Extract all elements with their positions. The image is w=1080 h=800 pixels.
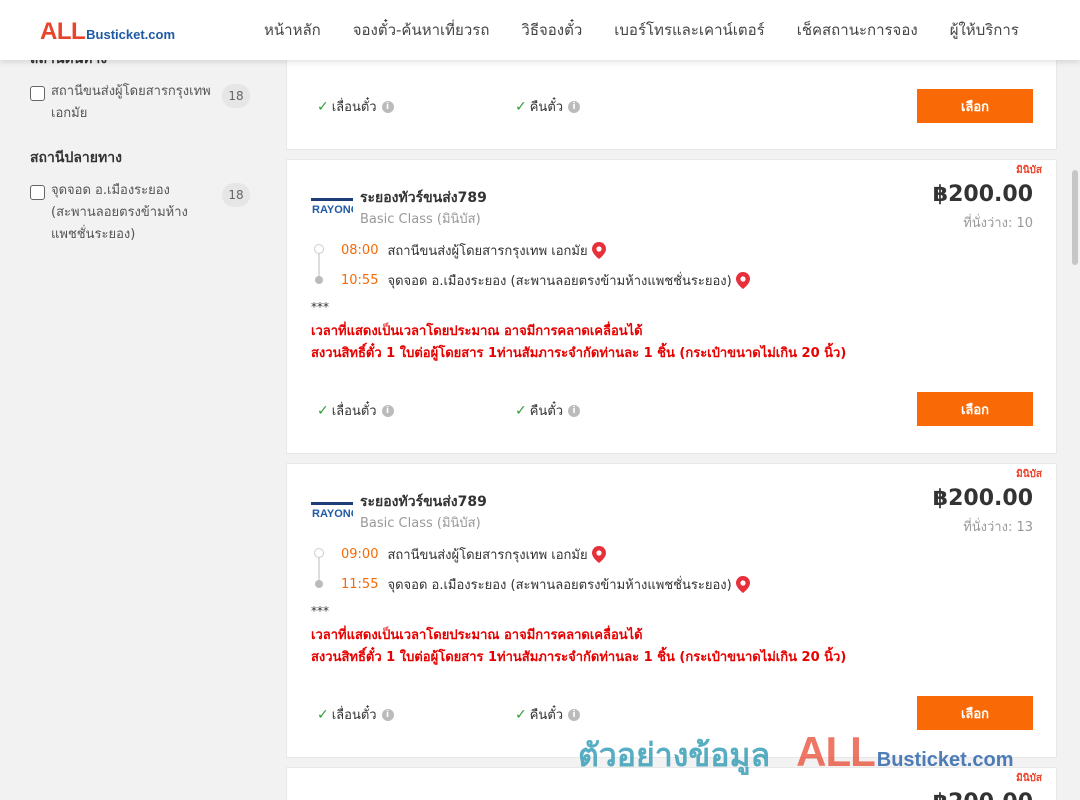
destination-filter-heading: สถานีปลายทาง <box>30 150 122 166</box>
trip-card: มินิบัส RAYONG ระยองทัวร์ขนส่ง789 Basic … <box>286 463 1057 758</box>
info-icon[interactable]: i <box>381 404 394 417</box>
map-pin-icon[interactable] <box>735 576 750 593</box>
operator-logo-text: RAYONG <box>312 508 353 520</box>
select-trip-button[interactable]: เลือก <box>917 392 1033 426</box>
promo-label: มินิบัส <box>1016 773 1042 784</box>
promo-label: มินิบัส <box>1016 469 1042 480</box>
info-icon[interactable]: i <box>568 404 581 417</box>
time-disclaimer: เวลาที่แสดงเป็นเวลาโดยประมาณ อาจมีการคลา… <box>311 324 643 339</box>
nav-home[interactable]: หน้าหลัก <box>248 18 337 42</box>
check-icon: ✓ <box>515 706 527 723</box>
check-icon: ✓ <box>317 98 329 115</box>
check-icon: ✓ <box>317 402 329 419</box>
operator-name: ระยองทัวร์ขนส่ง789 <box>360 494 487 510</box>
arrival-time: 10:55 <box>341 273 379 288</box>
info-icon[interactable]: i <box>568 708 581 721</box>
arrival-time: 11:55 <box>341 577 379 592</box>
page-scrollbar[interactable] <box>1070 60 1080 800</box>
seats-available: ที่นั่งว่าง: 10 <box>963 216 1033 231</box>
refund-label: คืนตั๋ว <box>529 404 564 419</box>
info-icon[interactable]: i <box>381 708 394 721</box>
seats-available: ที่นั่งว่าง: 13 <box>963 520 1033 535</box>
destination-filter-item[interactable]: จุดจอด อ.เมืองระยอง (สะพานลอยตรงข้ามห้าง… <box>30 183 260 246</box>
operator-logo-icon: RAYONG <box>311 198 353 216</box>
transfer-feature: ✓ เลื่อนตั๋ว i <box>317 400 394 421</box>
departure-station: สถานีขนส่งผู้โดยสารกรุงเทพ เอกมัย <box>387 548 588 563</box>
transfer-feature: ✓ เลื่อนตั๋ว i <box>317 704 394 725</box>
select-trip-button[interactable]: เลือก <box>917 696 1033 730</box>
main-nav: หน้าหลัก จองตั๋ว-ค้นหาเที่ยวรถ วิธีจองตั… <box>248 0 1035 60</box>
trip-card: มินิบัส ฿200.00 <box>286 767 1057 800</box>
promo-label: มินิบัส <box>1016 165 1042 176</box>
logo-all-text: ALL <box>40 18 86 45</box>
bus-class: Basic Class (มินิบัส) <box>360 212 481 227</box>
bus-class: Basic Class (มินิบัส) <box>360 516 481 531</box>
origin-filter-label: สถานีขนส่งผู้โดยสารกรุงเทพ เอกมัย <box>51 84 211 121</box>
luggage-policy: สงวนสิทธิ์ตั๋ว 1 ใบต่อผู้โดยสาร 1ท่านสัม… <box>311 346 847 361</box>
refund-label: คืนตั๋ว <box>529 100 564 115</box>
origin-checkbox[interactable] <box>30 86 45 101</box>
arrival-dot <box>315 580 323 588</box>
site-logo[interactable]: ALL Busticket.com <box>40 18 175 46</box>
arrival-station: จุดจอด อ.เมืองระยอง (สะพานลอยตรงข้ามห้าง… <box>387 274 732 289</box>
nav-book-search[interactable]: จองตั๋ว-ค้นหาเที่ยวรถ <box>337 18 506 42</box>
departure-dot <box>314 548 324 558</box>
check-icon: ✓ <box>317 706 329 723</box>
trip-price: ฿200.00 <box>933 790 1033 800</box>
arrival-station: จุดจอด อ.เมืองระยอง (สะพานลอยตรงข้ามห้าง… <box>387 578 732 593</box>
trip-price: ฿200.00 <box>932 182 1033 207</box>
arrival-stop: 11:55 จุดจอด อ.เมืองระยอง (สะพานลอยตรงข้… <box>341 574 750 595</box>
transfer-feature: ✓ เลื่อนตั๋ว i <box>317 96 394 117</box>
map-pin-icon[interactable] <box>591 242 606 259</box>
remark-stars: *** <box>311 604 329 618</box>
arrival-dot <box>315 276 323 284</box>
map-pin-icon[interactable] <box>735 272 750 289</box>
refund-feature: ✓ คืนตั๋ว i <box>515 400 581 421</box>
transfer-label: เลื่อนตั๋ว <box>331 100 377 115</box>
nav-booking-status[interactable]: เช็คสถานะการจอง <box>781 18 934 42</box>
top-header: ALL Busticket.com หน้าหลัก จองตั๋ว-ค้นหา… <box>0 0 1080 60</box>
time-disclaimer: เวลาที่แสดงเป็นเวลาโดยประมาณ อาจมีการคลา… <box>311 628 643 643</box>
operator-name: ระยองทัวร์ขนส่ง789 <box>360 190 487 206</box>
departure-time: 08:00 <box>341 243 379 258</box>
transfer-label: เลื่อนตั๋ว <box>331 708 377 723</box>
nav-operators[interactable]: ผู้ให้บริการ <box>934 18 1035 42</box>
remark-stars: *** <box>311 300 329 314</box>
departure-stop: 09:00 สถานีขนส่งผู้โดยสารกรุงเทพ เอกมัย <box>341 544 606 565</box>
refund-feature: ✓ คืนตั๋ว i <box>515 96 581 117</box>
info-icon[interactable]: i <box>381 100 394 113</box>
departure-dot <box>314 244 324 254</box>
destination-checkbox[interactable] <box>30 185 45 200</box>
check-icon: ✓ <box>515 98 527 115</box>
destination-filter-label: จุดจอด อ.เมืองระยอง (สะพานลอยตรงข้ามห้าง… <box>51 183 188 242</box>
destination-count-badge: 18 <box>222 183 250 207</box>
map-pin-icon[interactable] <box>591 546 606 563</box>
nav-contacts-counters[interactable]: เบอร์โทรและเคาน์เตอร์ <box>598 18 780 42</box>
departure-station: สถานีขนส่งผู้โดยสารกรุงเทพ เอกมัย <box>387 244 588 259</box>
scrollbar-thumb[interactable] <box>1072 170 1078 265</box>
trip-price: ฿200.00 <box>932 486 1033 511</box>
select-trip-button[interactable]: เลือก <box>917 89 1033 123</box>
refund-label: คืนตั๋ว <box>529 708 564 723</box>
info-icon[interactable]: i <box>568 100 581 113</box>
transfer-label: เลื่อนตั๋ว <box>331 404 377 419</box>
check-icon: ✓ <box>515 402 527 419</box>
filter-sidebar: สถานีต้นทาง สถานีขนส่งผู้โดยสารกรุงเทพ เ… <box>30 48 260 246</box>
logo-domain-text: Busticket.com <box>86 27 176 42</box>
operator-logo-icon: RAYONG <box>311 502 353 520</box>
refund-feature: ✓ คืนตั๋ว i <box>515 704 581 725</box>
trip-card: มินิบัส RAYONG ระยองทัวร์ขนส่ง789 Basic … <box>286 159 1057 454</box>
departure-time: 09:00 <box>341 547 379 562</box>
origin-count-badge: 18 <box>222 84 250 108</box>
origin-filter-item[interactable]: สถานีขนส่งผู้โดยสารกรุงเทพ เอกมัย 18 <box>30 84 260 125</box>
departure-stop: 08:00 สถานีขนส่งผู้โดยสารกรุงเทพ เอกมัย <box>341 240 606 261</box>
nav-how-to-book[interactable]: วิธีจองตั๋ว <box>505 18 598 42</box>
arrival-stop: 10:55 จุดจอด อ.เมืองระยอง (สะพานลอยตรงข้… <box>341 270 750 291</box>
operator-logo-text: RAYONG <box>312 204 353 216</box>
luggage-policy: สงวนสิทธิ์ตั๋ว 1 ใบต่อผู้โดยสาร 1ท่านสัม… <box>311 650 847 665</box>
